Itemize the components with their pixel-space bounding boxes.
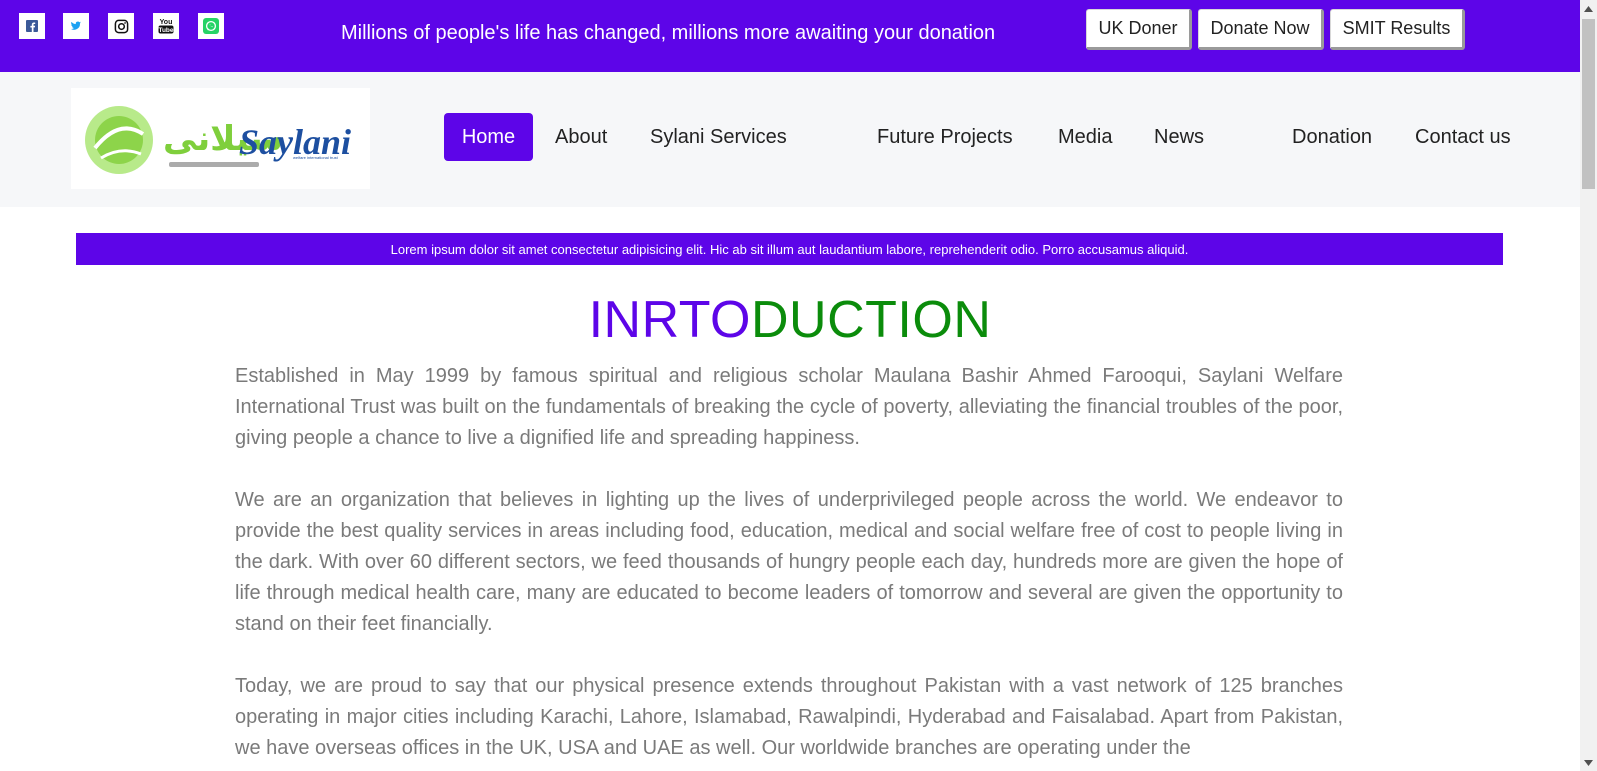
intro-paragraph: Today, we are proud to say that our phys… <box>235 675 1343 759</box>
nav-donation[interactable]: Donation <box>1292 113 1372 161</box>
intro-heading-part2: DUCTION <box>751 291 992 349</box>
nav-about[interactable]: About <box>555 113 607 161</box>
page: You Tube Millions of people's life has ch… <box>0 0 1580 771</box>
whatsapp-icon[interactable] <box>198 13 224 39</box>
nav-news[interactable]: News <box>1154 113 1204 161</box>
scrollbar-thumb[interactable] <box>1582 19 1595 189</box>
intro-heading-part1: INRTO <box>588 291 751 349</box>
svg-text:welfare international trust: welfare international trust <box>293 155 339 160</box>
uk-doner-button[interactable]: UK Doner <box>1086 9 1192 50</box>
saylani-logo[interactable]: سیلانی Saylani welfare international tru… <box>71 88 370 189</box>
twitter-icon[interactable] <box>63 13 89 39</box>
intro-paragraph: We are an organization that believes in … <box>235 489 1343 635</box>
scroll-up-arrow-icon[interactable] <box>1580 0 1597 17</box>
svg-text:Tube: Tube <box>158 27 173 34</box>
facebook-icon[interactable] <box>19 13 45 39</box>
nav-sylani-services[interactable]: Sylani Services <box>650 113 787 161</box>
scroll-down-arrow-icon[interactable] <box>1580 754 1597 771</box>
page-scrollbar[interactable] <box>1580 0 1597 771</box>
announcement-strip: Lorem ipsum dolor sit amet consectetur a… <box>76 233 1503 265</box>
intro-content: Established in May 1999 by famous spirit… <box>235 361 1343 771</box>
intro-heading: INRTODUCTION <box>0 290 1580 350</box>
top-bar: You Tube Millions of people's life has ch… <box>0 0 1580 72</box>
nav-home[interactable]: Home <box>444 113 533 161</box>
smit-results-button[interactable]: SMIT Results <box>1330 9 1465 50</box>
svg-text:You: You <box>160 19 173 26</box>
instagram-icon[interactable] <box>108 13 134 39</box>
nav-media[interactable]: Media <box>1058 113 1112 161</box>
main-navbar: سیلانی Saylani welfare international tru… <box>0 72 1580 207</box>
youtube-icon[interactable]: You Tube <box>153 13 179 39</box>
nav-contact-us[interactable]: Contact us <box>1415 113 1511 161</box>
intro-paragraph: Established in May 1999 by famous spirit… <box>235 365 1343 449</box>
nav-future-projects[interactable]: Future Projects <box>877 113 1013 161</box>
donate-now-button[interactable]: Donate Now <box>1198 9 1324 50</box>
tagline: Millions of people's life has changed, m… <box>341 22 996 44</box>
